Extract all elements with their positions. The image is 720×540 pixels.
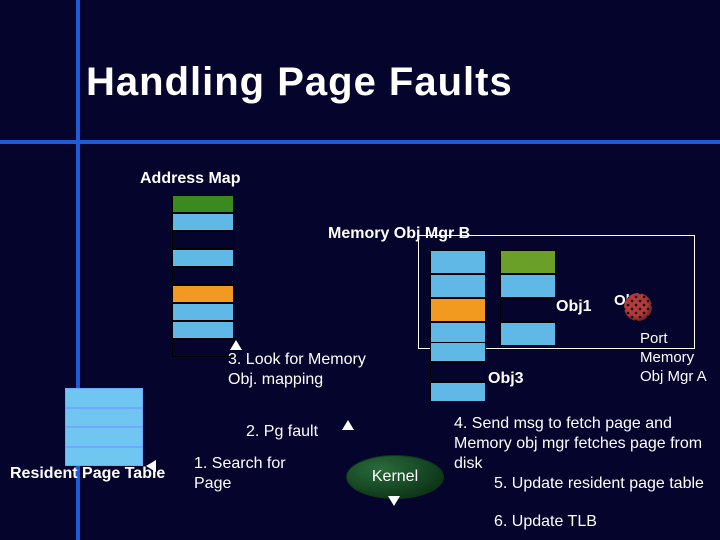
- cell: [172, 339, 234, 357]
- cell: [172, 267, 234, 285]
- rpt-row: [65, 388, 143, 408]
- cell: [500, 322, 556, 346]
- obj1-stack: [430, 250, 486, 346]
- cell: [172, 249, 234, 267]
- resident-page-table: [65, 388, 143, 466]
- arrow-icon: [388, 496, 400, 506]
- arrow-icon: [342, 420, 354, 430]
- label-obj3: Obj3: [488, 370, 524, 388]
- kernel-node: Kernel: [346, 455, 444, 499]
- arrow-icon: [230, 340, 242, 350]
- label-kernel: Kernel: [372, 468, 418, 486]
- obj2-stack: [500, 250, 556, 346]
- cell: [430, 250, 486, 274]
- cell: [172, 231, 234, 249]
- cell: [172, 285, 234, 303]
- address-map-stack: [172, 195, 234, 357]
- decor-hline: [0, 140, 720, 144]
- label-rpt: Resident Page Table: [10, 465, 165, 483]
- label-mem-mgr-a-2: Obj Mgr A: [640, 368, 707, 387]
- cell: [172, 321, 234, 339]
- rpt-row: [65, 427, 143, 447]
- port-icon: [624, 293, 652, 321]
- cell: [500, 298, 556, 322]
- cell: [430, 342, 486, 362]
- slide: Handling Page Faults Address Map Memory …: [0, 0, 720, 540]
- cell: [430, 274, 486, 298]
- cell: [500, 250, 556, 274]
- page-title: Handling Page Faults: [86, 60, 513, 105]
- label-address-map: Address Map: [140, 170, 240, 188]
- label-port: Port: [640, 330, 707, 349]
- rpt-row: [65, 447, 143, 467]
- step-5: 5. Update resident page table: [494, 474, 714, 494]
- cell: [430, 382, 486, 402]
- obj3-stack: [430, 342, 486, 402]
- step-6: 6. Update TLB: [494, 512, 714, 532]
- step-2: 2. Pg fault: [246, 422, 318, 442]
- label-obj1: Obj1: [556, 298, 592, 316]
- arrow-icon: [146, 460, 156, 472]
- cell: [172, 213, 234, 231]
- step-1: 1. Search for Page: [194, 454, 304, 494]
- cell: [172, 195, 234, 213]
- cell: [430, 362, 486, 382]
- cell: [172, 303, 234, 321]
- cell: [430, 298, 486, 322]
- rpt-row: [65, 408, 143, 428]
- cell: [500, 274, 556, 298]
- step-3: 3. Look for Memory Obj. mapping: [228, 350, 398, 390]
- label-mem-mgr-a-1: Memory: [640, 349, 707, 368]
- step-4: 4. Send msg to fetch page and Memory obj…: [454, 414, 714, 474]
